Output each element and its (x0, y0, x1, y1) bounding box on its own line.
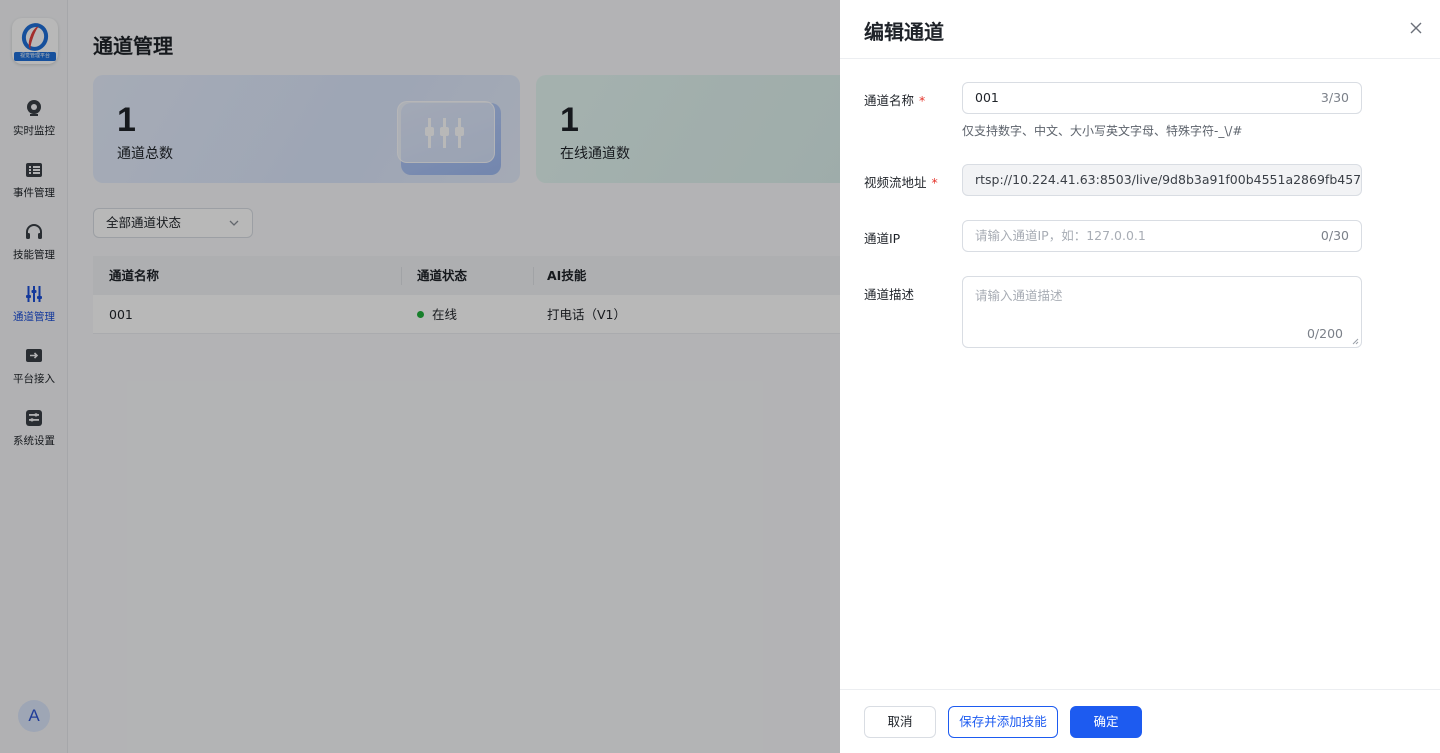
channel-name-hint: 仅支持数字、中文、大小写英文字母、特殊字符-_\/# (962, 124, 1243, 138)
input-value: 001 (975, 90, 999, 105)
textarea-placeholder: 请输入通道描述 (975, 288, 1063, 303)
channel-desc-label: 通道描述 (864, 287, 915, 302)
edit-channel-drawer: 编辑通道 通道名称 * 001 3/30 仅支持数字、中文、大小写英文字母、特殊字… (840, 0, 1440, 753)
required-mark: * (931, 175, 938, 190)
save-and-add-skill-button[interactable]: 保存并添加技能 (948, 706, 1058, 738)
stream-url-label: 视频流地址 * (864, 175, 938, 190)
char-counter: 3/30 (1320, 90, 1349, 105)
channel-desc-textarea[interactable]: 请输入通道描述 0/200 (962, 276, 1362, 348)
channel-name-input[interactable]: 001 3/30 (962, 82, 1362, 114)
char-counter: 0/200 (1306, 326, 1343, 341)
channel-ip-input[interactable]: 请输入通道IP，如：127.0.0.1 0/30 (962, 220, 1362, 252)
input-placeholder: 请输入通道IP，如：127.0.0.1 (975, 228, 1146, 243)
required-mark: * (919, 93, 926, 108)
cancel-button[interactable]: 取消 (864, 706, 936, 738)
confirm-button[interactable]: 确定 (1070, 706, 1142, 738)
channel-name-label: 通道名称 * (864, 93, 926, 108)
divider (840, 689, 1440, 690)
divider (840, 58, 1440, 59)
channel-ip-label: 通道IP (864, 231, 901, 246)
resize-handle-icon[interactable] (1351, 337, 1359, 345)
close-icon[interactable] (1408, 20, 1424, 36)
stream-url-input[interactable]: rtsp://10.224.41.63:8503/live/9d8b3a91f0… (962, 164, 1362, 196)
input-value: rtsp://10.224.41.63:8503/live/9d8b3a91f0… (975, 172, 1362, 187)
drawer-title: 编辑通道 (864, 20, 944, 44)
char-counter: 0/30 (1320, 228, 1349, 243)
